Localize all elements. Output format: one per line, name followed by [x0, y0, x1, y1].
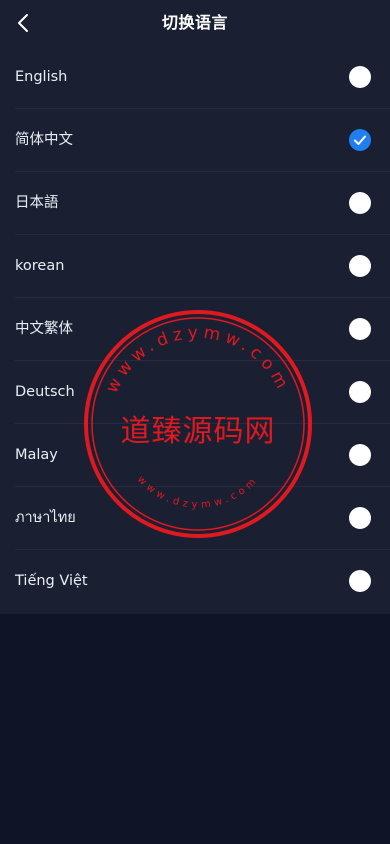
nav-header: 切换语言 — [0, 0, 390, 47]
language-list: English 简体中文 日本語 korean 中文繁体 Deutsch Mal… — [0, 46, 390, 614]
checkmark-icon — [354, 135, 366, 145]
language-label: 简体中文 — [15, 132, 73, 148]
language-label: English — [15, 69, 68, 85]
radio-checked-icon[interactable] — [349, 129, 371, 151]
language-label: Malay — [15, 447, 58, 463]
radio-unchecked-icon[interactable] — [349, 255, 371, 277]
language-option-english[interactable]: English — [0, 46, 390, 109]
language-option-thai[interactable]: ภาษาไทย — [0, 487, 390, 550]
language-option-simplified-chinese[interactable]: 简体中文 — [0, 109, 390, 172]
radio-unchecked-icon[interactable] — [349, 66, 371, 88]
language-label: korean — [15, 258, 65, 274]
radio-unchecked-icon[interactable] — [349, 444, 371, 466]
language-option-japanese[interactable]: 日本語 — [0, 172, 390, 235]
language-settings-screen: 切换语言 English 简体中文 日本語 korean 中文繁体 Deutsc… — [0, 0, 390, 844]
radio-unchecked-icon[interactable] — [349, 570, 371, 592]
language-option-vietnamese[interactable]: Tiếng Việt — [0, 550, 390, 613]
radio-unchecked-icon[interactable] — [349, 192, 371, 214]
language-label: Deutsch — [15, 384, 75, 400]
radio-unchecked-icon[interactable] — [349, 318, 371, 340]
language-label: 日本語 — [15, 195, 59, 211]
language-label: Tiếng Việt — [15, 573, 88, 589]
language-option-korean[interactable]: korean — [0, 235, 390, 298]
page-title: 切换语言 — [161, 13, 228, 32]
language-option-traditional-chinese[interactable]: 中文繁体 — [0, 298, 390, 361]
language-label: ภาษาไทย — [15, 510, 76, 526]
language-option-german[interactable]: Deutsch — [0, 361, 390, 424]
language-option-malay[interactable]: Malay — [0, 424, 390, 487]
radio-unchecked-icon[interactable] — [349, 507, 371, 529]
language-label: 中文繁体 — [15, 321, 73, 337]
radio-unchecked-icon[interactable] — [349, 381, 371, 403]
